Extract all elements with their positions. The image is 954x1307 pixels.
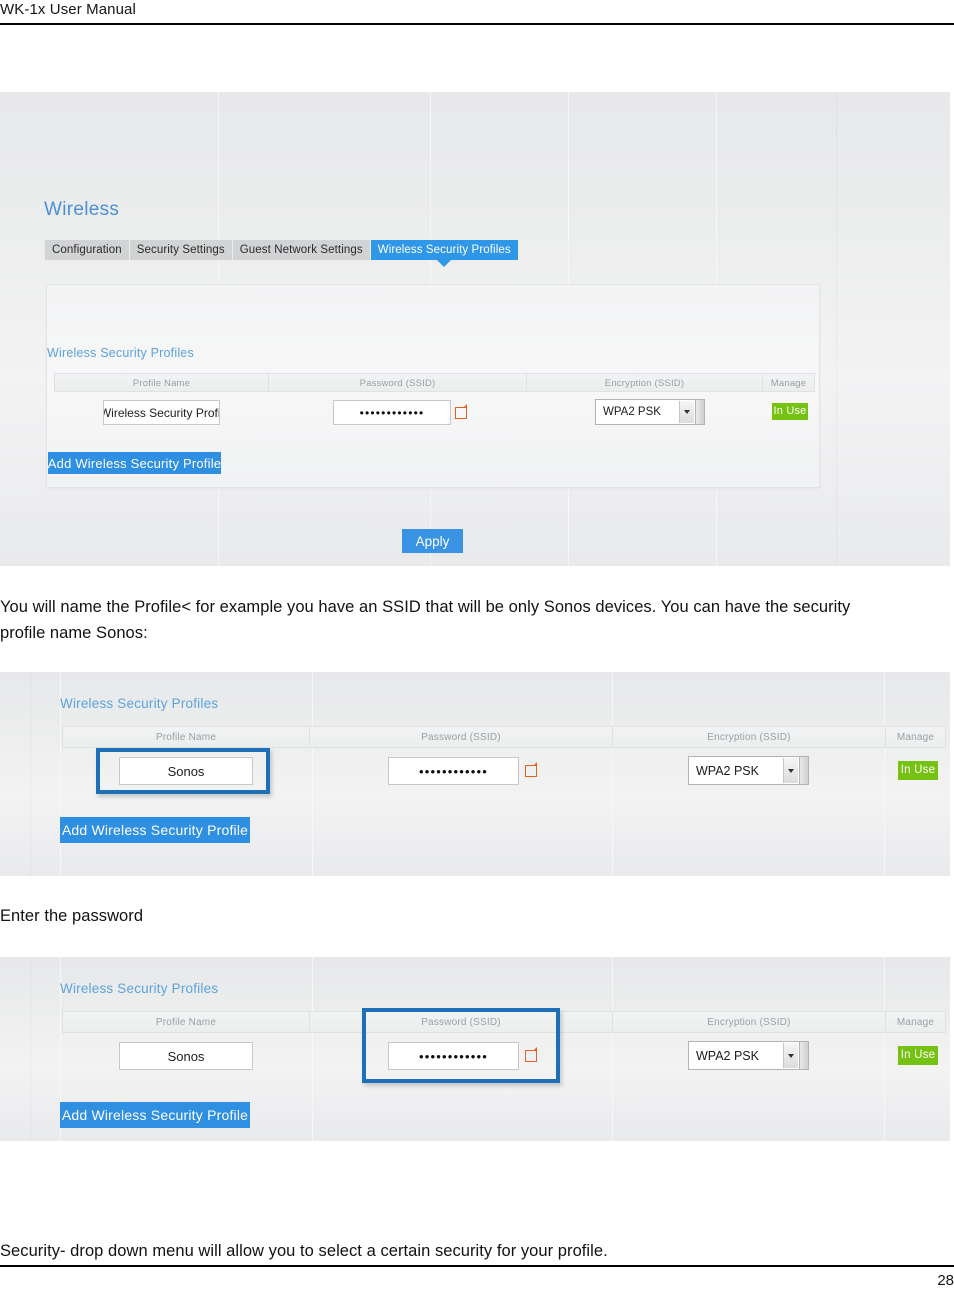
tab-bar[interactable]: Configuration Security Settings Guest Ne…	[45, 240, 519, 267]
encryption-select-3[interactable]: WPA2 PSK	[688, 1041, 809, 1070]
column-header-manage-2: Manage	[886, 726, 946, 748]
tab-wireless-security-profiles-label: Wireless Security Profiles	[377, 244, 511, 256]
screenshot-password-highlighted: Wireless Security Profiles Profile Name …	[0, 957, 950, 1141]
profile-name-input-3[interactable]: Sonos	[119, 1042, 253, 1070]
password-masked-value-2: ••••••••••••	[418, 763, 488, 779]
paragraph-profile-naming-line1: You will name the Profile< for example y…	[0, 598, 851, 616]
broken-image-icon	[455, 404, 467, 419]
column-header-password: Password (SSID)	[269, 373, 527, 392]
add-wireless-security-profile-button-3[interactable]: Add Wireless Security Profile	[60, 1102, 250, 1128]
screenshot-wireless-security-profiles-overview: Wireless Configuration Security Settings…	[0, 92, 950, 566]
profiles-table-header: Profile Name Password (SSID) Encryption …	[54, 373, 815, 392]
column-header-password-3: Password (SSID)	[310, 1011, 613, 1033]
document-title: WK-1x User Manual	[0, 1, 136, 18]
profile-name-input[interactable]: Wireless Security Profil	[103, 400, 220, 425]
broken-image-icon-2	[525, 762, 537, 777]
encryption-select-value-2: WPA2 PSK	[696, 763, 759, 778]
password-input-3[interactable]: ••••••••••••	[388, 1042, 519, 1070]
profiles-table-header-3: Profile Name Password (SSID) Encryption …	[62, 1011, 946, 1033]
paragraph-profile-naming-line2: profile name Sonos:	[0, 624, 148, 642]
column-header-manage: Manage	[763, 373, 815, 392]
tab-guest-network-settings[interactable]: Guest Network Settings	[232, 240, 370, 260]
paragraph-security-dropdown: Security- drop down menu will allow you …	[0, 1242, 608, 1260]
page-number: 28	[937, 1272, 954, 1289]
section-label-wireless-security-profiles-3: Wireless Security Profiles	[60, 981, 219, 996]
paragraph-enter-password: Enter the password	[0, 907, 144, 925]
column-header-profile-name-3: Profile Name	[62, 1011, 310, 1033]
password-input[interactable]: ••••••••••••	[333, 400, 451, 425]
encryption-select[interactable]: WPA2 PSK	[595, 399, 705, 425]
column-header-encryption-2: Encryption (SSID)	[613, 726, 886, 748]
select-scrollbar-3[interactable]	[799, 1041, 809, 1070]
screenshot-profile-name-highlighted: Wireless Security Profiles Profile Name …	[0, 672, 950, 876]
column-header-profile-name: Profile Name	[54, 373, 269, 392]
status-badge-in-use-3: In Use	[898, 1046, 938, 1065]
broken-image-icon-3	[525, 1047, 537, 1062]
encryption-select-value: WPA2 PSK	[603, 406, 661, 418]
encryption-select-value-3: WPA2 PSK	[696, 1048, 759, 1063]
apply-button[interactable]: Apply	[402, 529, 463, 553]
panel-title: Wireless	[44, 199, 120, 220]
column-header-password-2: Password (SSID)	[310, 726, 613, 748]
chevron-down-icon-3[interactable]	[783, 1043, 798, 1068]
password-input-2[interactable]: ••••••••••••	[388, 757, 519, 785]
active-tab-caret-icon	[437, 260, 452, 267]
password-masked-value-3: ••••••••••••	[418, 1048, 488, 1064]
chevron-down-icon-2[interactable]	[783, 758, 798, 783]
password-masked-value: ••••••••••••	[359, 405, 425, 420]
column-header-profile-name-2: Profile Name	[62, 726, 310, 748]
select-scrollbar-2[interactable]	[799, 756, 809, 785]
column-header-encryption-3: Encryption (SSID)	[613, 1011, 886, 1033]
status-badge-in-use-2: In Use	[898, 761, 938, 780]
add-wireless-security-profile-button-2[interactable]: Add Wireless Security Profile	[60, 817, 250, 843]
select-scrollbar[interactable]	[695, 399, 705, 425]
section-label-wireless-security-profiles-2: Wireless Security Profiles	[60, 696, 219, 711]
column-header-manage-3: Manage	[886, 1011, 946, 1033]
header-divider	[0, 23, 954, 25]
add-wireless-security-profile-button[interactable]: Add Wireless Security Profile	[48, 452, 221, 474]
page-header: WK-1x User Manual	[0, 0, 954, 30]
profile-name-input-2[interactable]: Sonos	[119, 757, 253, 785]
tab-wireless-security-profiles[interactable]: Wireless Security Profiles	[370, 240, 518, 267]
profiles-table-header-2: Profile Name Password (SSID) Encryption …	[62, 726, 946, 748]
footer-divider	[0, 1265, 954, 1267]
encryption-select-2[interactable]: WPA2 PSK	[688, 756, 809, 785]
column-header-encryption: Encryption (SSID)	[527, 373, 763, 392]
tab-security-settings[interactable]: Security Settings	[129, 240, 232, 260]
chevron-down-icon[interactable]	[679, 401, 694, 423]
section-label-wireless-security-profiles: Wireless Security Profiles	[47, 346, 194, 360]
tab-configuration[interactable]: Configuration	[45, 240, 129, 260]
status-badge-in-use: In Use	[772, 403, 808, 420]
